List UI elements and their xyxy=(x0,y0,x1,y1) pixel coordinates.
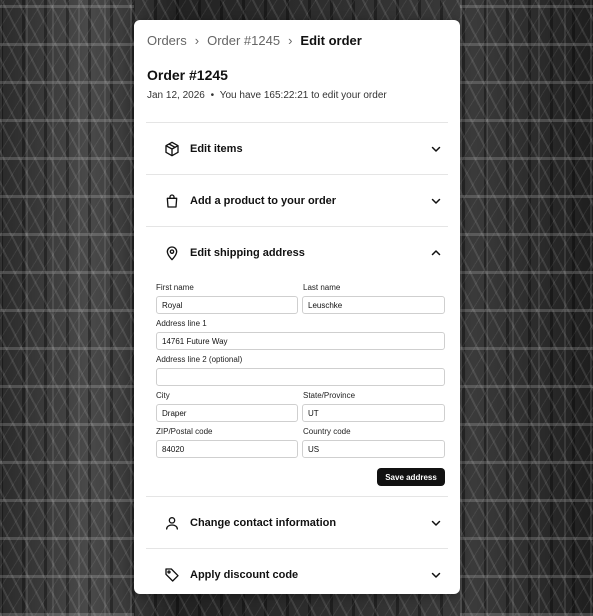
breadcrumb: Orders › Order #1245 › Edit order xyxy=(147,30,362,50)
section-discount-code: Apply discount code xyxy=(146,548,448,594)
discount-code-toggle[interactable]: Apply discount code xyxy=(146,549,448,594)
add-product-label: Add a product to your order xyxy=(190,195,337,207)
shipping-address-toggle[interactable]: Edit shipping address xyxy=(146,227,448,279)
edit-items-toggle[interactable]: Edit items xyxy=(146,123,448,175)
edit-order-card: Orders › Order #1245 › Edit order Order … xyxy=(134,20,460,594)
edit-items-label: Edit items xyxy=(190,143,243,155)
order-date: Jan 12, 2026 xyxy=(147,90,205,101)
zip-input[interactable] xyxy=(156,440,298,458)
chevron-down-icon xyxy=(430,143,442,155)
edit-countdown: You have 165:22:21 to edit your order xyxy=(219,90,387,101)
shopping-bag-icon xyxy=(164,193,180,209)
shipping-address-label: Edit shipping address xyxy=(190,247,305,259)
section-add-product: Add a product to your order xyxy=(146,174,448,227)
last-name-input[interactable] xyxy=(302,296,445,314)
background-shelves-right xyxy=(460,0,593,616)
country-code-input[interactable] xyxy=(302,440,445,458)
save-address-button[interactable]: Save address xyxy=(377,468,445,486)
address-line-1-label: Address line 1 xyxy=(156,319,207,328)
section-edit-items: Edit items xyxy=(146,122,448,175)
country-label: Country code xyxy=(303,427,351,436)
chevron-down-icon xyxy=(430,517,442,529)
breadcrumb-orders[interactable]: Orders xyxy=(147,33,187,48)
user-icon xyxy=(164,515,180,531)
address-line-1-input[interactable] xyxy=(156,332,445,350)
meta-separator: • xyxy=(210,90,215,101)
section-shipping-address: Edit shipping address First name Last na… xyxy=(146,226,448,497)
chevron-down-icon xyxy=(430,195,442,207)
city-label: City xyxy=(156,391,170,400)
state-input[interactable] xyxy=(302,404,445,422)
section-contact-info: Change contact information xyxy=(146,496,448,549)
background-shelves-left xyxy=(0,0,134,616)
first-name-input[interactable] xyxy=(156,296,298,314)
breadcrumb-separator-icon: › xyxy=(288,32,293,48)
breadcrumb-separator-icon: › xyxy=(194,32,200,48)
zip-label: ZIP/Postal code xyxy=(156,427,213,436)
last-name-label: Last name xyxy=(303,283,341,292)
page-title: Order #1245 xyxy=(147,67,228,83)
box-icon xyxy=(164,141,180,157)
breadcrumb-current: Edit order xyxy=(300,32,362,48)
address-line-2-label: Address line 2 (optional) xyxy=(156,355,243,364)
contact-info-label: Change contact information xyxy=(190,517,337,529)
city-input[interactable] xyxy=(156,404,298,422)
tag-icon xyxy=(164,567,180,583)
order-meta: Jan 12, 2026 • You have 165:22:21 to edi… xyxy=(147,90,387,101)
breadcrumb-order[interactable]: Order #1245 xyxy=(207,33,280,48)
chevron-up-icon xyxy=(430,247,442,259)
state-label: State/Province xyxy=(303,391,356,400)
first-name-label: First name xyxy=(156,283,194,292)
address-line-2-input[interactable] xyxy=(156,368,445,386)
shipping-address-form: First name Last name Address line 1 Addr… xyxy=(146,279,448,497)
contact-info-toggle[interactable]: Change contact information xyxy=(146,497,448,549)
chevron-down-icon xyxy=(430,569,442,581)
map-pin-icon xyxy=(164,245,180,261)
add-product-toggle[interactable]: Add a product to your order xyxy=(146,175,448,227)
discount-code-label: Apply discount code xyxy=(190,569,299,581)
